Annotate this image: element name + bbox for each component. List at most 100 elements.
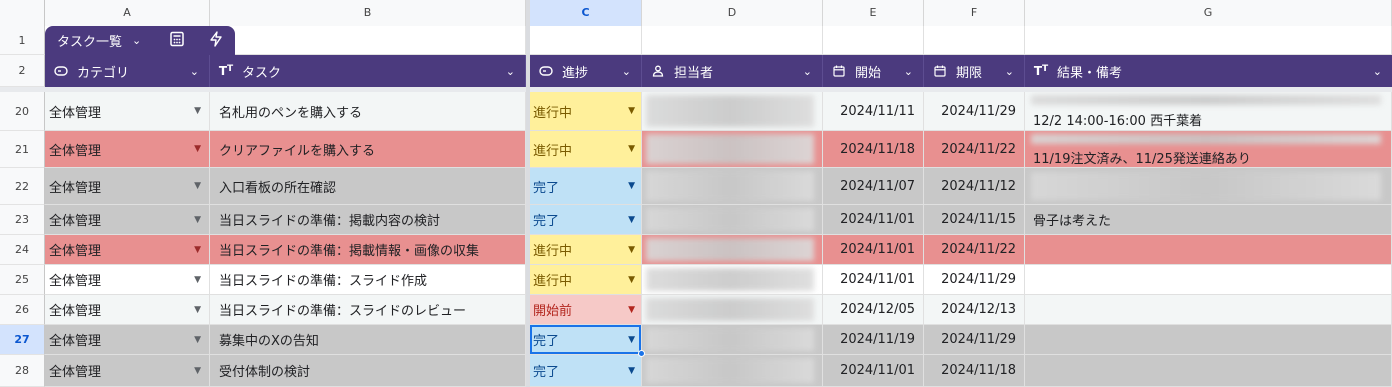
status-dropdown[interactable]: 進行中 ▼	[530, 265, 641, 294]
column-header-g[interactable]: G	[1025, 0, 1392, 26]
column-header-e[interactable]: E	[823, 0, 924, 26]
assignee-cell[interactable]	[642, 235, 823, 265]
category-cell[interactable]: 全体管理 ▼	[45, 265, 210, 295]
column-header-a[interactable]: A	[45, 0, 210, 26]
status-cell[interactable]: 進行中 ▼	[530, 265, 642, 295]
header-task[interactable]: TT タスク ⌄	[210, 55, 526, 87]
dropdown-arrow-icon[interactable]: ▼	[628, 275, 635, 285]
status-cell[interactable]: 完了 ▼	[530, 325, 645, 357]
row-number[interactable]: 26	[0, 295, 45, 325]
due-cell[interactable]: 2024/11/18	[924, 355, 1025, 387]
header-category[interactable]: カテゴリ ⌄	[45, 55, 210, 87]
row-number[interactable]: 22	[0, 168, 45, 205]
start-cell[interactable]: 2024/11/01	[823, 235, 924, 265]
column-header-f[interactable]: F	[924, 0, 1025, 26]
row-number[interactable]: 24	[0, 235, 45, 265]
cell[interactable]	[210, 26, 526, 55]
start-cell[interactable]: 2024/11/11	[823, 92, 924, 131]
dropdown-arrow-icon[interactable]: ▼	[628, 106, 635, 116]
dropdown-arrow-icon[interactable]: ▼	[628, 366, 635, 376]
assignee-cell[interactable]	[642, 168, 823, 205]
dropdown-arrow-icon[interactable]: ▼	[194, 275, 201, 285]
category-cell[interactable]: 全体管理 ▼	[45, 295, 210, 325]
task-cell[interactable]: 入口看板の所在確認	[210, 168, 526, 205]
assignee-cell[interactable]	[642, 92, 823, 131]
status-dropdown[interactable]: 進行中 ▼	[530, 131, 641, 167]
row-number[interactable]: 2	[0, 55, 45, 87]
chevron-down-icon[interactable]: ⌄	[1373, 65, 1382, 78]
assignee-cell[interactable]	[642, 355, 823, 387]
notes-cell[interactable]: 骨子は考えた	[1025, 205, 1392, 235]
cell[interactable]	[1025, 26, 1392, 55]
row-number[interactable]: 20	[0, 92, 45, 131]
status-dropdown[interactable]: 完了 ▼	[530, 205, 641, 234]
status-dropdown[interactable]: 完了 ▼	[530, 355, 641, 386]
notes-cell[interactable]	[1025, 325, 1392, 355]
row-number[interactable]: 27	[0, 325, 45, 355]
header-start[interactable]: 開始 ⌄	[823, 55, 924, 87]
row-number[interactable]: 25	[0, 265, 45, 295]
task-cell[interactable]: 受付体制の検討	[210, 355, 526, 387]
task-cell[interactable]: クリアファイルを購入する	[210, 131, 526, 168]
category-cell[interactable]: 全体管理 ▼	[45, 325, 210, 355]
cell[interactable]	[642, 26, 823, 55]
task-cell[interactable]: 当日スライドの準備：スライドのレビュー	[210, 295, 526, 325]
status-dropdown[interactable]: 完了 ▼	[530, 325, 641, 354]
start-cell[interactable]: 2024/12/05	[823, 295, 924, 325]
dropdown-arrow-icon[interactable]: ▼	[194, 181, 201, 191]
status-cell[interactable]: 完了 ▼	[530, 168, 642, 205]
header-assignee[interactable]: 担当者 ⌄	[642, 55, 823, 87]
status-cell[interactable]: 完了 ▼	[530, 205, 642, 235]
due-cell[interactable]: 2024/11/15	[924, 205, 1025, 235]
cell[interactable]	[823, 26, 924, 55]
chevron-down-icon[interactable]: ⌄	[1005, 65, 1014, 78]
due-cell[interactable]: 2024/12/13	[924, 295, 1025, 325]
status-cell[interactable]: 完了 ▼	[530, 355, 642, 387]
notes-cell[interactable]: 12/2 14:00-16:00 西千葉着	[1025, 92, 1392, 131]
start-cell[interactable]: 2024/11/01	[823, 355, 924, 387]
calculator-button[interactable]	[157, 26, 197, 55]
category-cell[interactable]: 全体管理 ▼	[45, 131, 210, 168]
notes-cell[interactable]	[1025, 265, 1392, 295]
start-cell[interactable]: 2024/11/19	[823, 325, 924, 355]
notes-cell[interactable]	[1025, 355, 1392, 387]
cell[interactable]	[530, 26, 642, 55]
dropdown-arrow-icon[interactable]: ▼	[194, 144, 201, 154]
dropdown-arrow-icon[interactable]: ▼	[194, 335, 201, 345]
notes-cell[interactable]	[1025, 168, 1392, 205]
select-all-corner[interactable]	[0, 0, 45, 26]
notes-cell[interactable]	[1025, 295, 1392, 325]
category-cell[interactable]: 全体管理 ▼	[45, 235, 210, 265]
chevron-down-icon[interactable]: ⌄	[904, 65, 913, 78]
start-cell[interactable]: 2024/11/01	[823, 205, 924, 235]
category-cell[interactable]: 全体管理 ▼	[45, 168, 210, 205]
dropdown-arrow-icon[interactable]: ▼	[628, 215, 635, 225]
assignee-cell[interactable]	[642, 265, 823, 295]
status-dropdown[interactable]: 完了 ▼	[530, 168, 641, 204]
due-cell[interactable]: 2024/11/29	[924, 325, 1025, 355]
fill-handle[interactable]	[638, 350, 645, 357]
column-header-c[interactable]: C	[530, 0, 642, 26]
chevron-down-icon[interactable]: ⌄	[190, 65, 199, 78]
status-dropdown[interactable]: 開始前 ▼	[530, 295, 641, 324]
task-cell[interactable]: 当日スライドの準備：スライド作成	[210, 265, 526, 295]
row-number[interactable]: 28	[0, 355, 45, 387]
status-cell[interactable]: 開始前 ▼	[530, 295, 642, 325]
status-dropdown[interactable]: 進行中 ▼	[530, 235, 641, 264]
assignee-cell[interactable]	[642, 205, 823, 235]
due-cell[interactable]: 2024/11/22	[924, 235, 1025, 265]
task-cell[interactable]: 募集中のXの告知	[210, 325, 526, 355]
due-cell[interactable]: 2024/11/22	[924, 131, 1025, 168]
dropdown-arrow-icon[interactable]: ▼	[194, 215, 201, 225]
start-cell[interactable]: 2024/11/07	[823, 168, 924, 205]
status-cell[interactable]: 進行中 ▼	[530, 92, 642, 131]
category-cell[interactable]: 全体管理 ▼	[45, 205, 210, 235]
start-cell[interactable]: 2024/11/18	[823, 131, 924, 168]
notes-cell[interactable]: 11/19注文済み、11/25発送連絡あり	[1025, 131, 1392, 168]
header-notes[interactable]: TT 結果・備考 ⌄	[1025, 55, 1392, 87]
dropdown-arrow-icon[interactable]: ▼	[194, 305, 201, 315]
dropdown-arrow-icon[interactable]: ▼	[628, 335, 635, 345]
dropdown-arrow-icon[interactable]: ▼	[194, 245, 201, 255]
assignee-cell[interactable]	[642, 325, 823, 355]
chevron-down-icon[interactable]: ⌄	[506, 65, 515, 78]
